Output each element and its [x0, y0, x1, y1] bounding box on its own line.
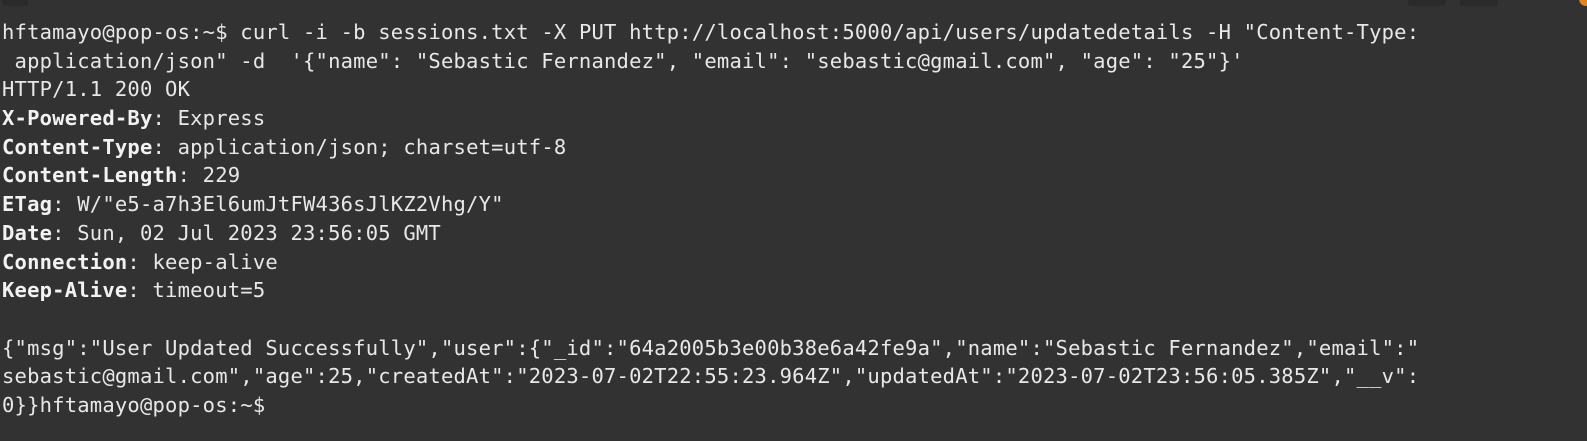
header-name: Date [2, 220, 53, 245]
prompt: hftamayo@pop-os:~$ [2, 20, 228, 44]
header-value: : 229 [177, 163, 241, 188]
header-value: : application/json; charset=utf-8 [152, 134, 567, 159]
window-close-icon[interactable] [1579, 0, 1587, 6]
window-tab-left [2, 0, 28, 6]
header-value: : Express [152, 106, 266, 131]
final-prompt: hftamayo@pop-os:~$ [39, 392, 266, 417]
header-name: X-Powered-By [2, 106, 153, 131]
header-name: Content-Length [2, 163, 178, 188]
header-name: Keep-Alive [2, 278, 128, 303]
command-line-continuation: application/json" -d '{"name": "Sebastic… [2, 48, 1244, 73]
header-name: Connection [2, 249, 128, 274]
command-line: hftamayo@pop-os:~$ curl -i -b sessions.t… [2, 18, 1587, 47]
response-header: Content-Length: 229 [2, 161, 1587, 190]
terminal-window[interactable]: hftamayo@pop-os:~$ curl -i -b sessions.t… [0, 0, 1587, 441]
response-header: Date: Sun, 02 Jul 2023 23:56:05 GMT [2, 219, 1587, 248]
terminal-output: hftamayo@pop-os:~$ curl -i -b sessions.t… [2, 18, 1587, 420]
header-value: : keep-alive [127, 249, 278, 274]
command-text: curl -i -b sessions.txt -X PUT http://lo… [227, 20, 1420, 44]
response-header: Connection: keep-alive [2, 248, 1587, 277]
response-header: Keep-Alive: timeout=5 [2, 276, 1587, 305]
header-value: : timeout=5 [127, 278, 266, 303]
response-header: ETag: W/"e5-a7h3El6umJtFW436sJlKZ2Vhg/Y" [2, 190, 1587, 219]
header-name: ETag [2, 192, 53, 217]
text-cursor[interactable] [265, 393, 276, 415]
window-button[interactable] [1408, 0, 1446, 6]
response-body-line: {"msg":"User Updated Successfully","user… [2, 335, 1420, 360]
http-status-line: HTTP/1.1 200 OK [2, 77, 191, 102]
response-body-last-line: 0}}hftamayo@pop-os:~$ [2, 391, 1587, 420]
header-value: : Sun, 02 Jul 2023 23:56:05 GMT [52, 220, 441, 245]
response-body-line: sebastic@gmail.com","age":25,"createdAt"… [2, 364, 1420, 389]
response-header: Content-Type: application/json; charset=… [2, 133, 1587, 162]
header-name: Content-Type [2, 134, 153, 159]
response-body-end: 0}} [2, 392, 40, 417]
response-header: X-Powered-By: Express [2, 104, 1587, 133]
header-value: : W/"e5-a7h3El6umJtFW436sJlKZ2Vhg/Y" [52, 192, 504, 217]
window-button[interactable] [1460, 0, 1498, 6]
